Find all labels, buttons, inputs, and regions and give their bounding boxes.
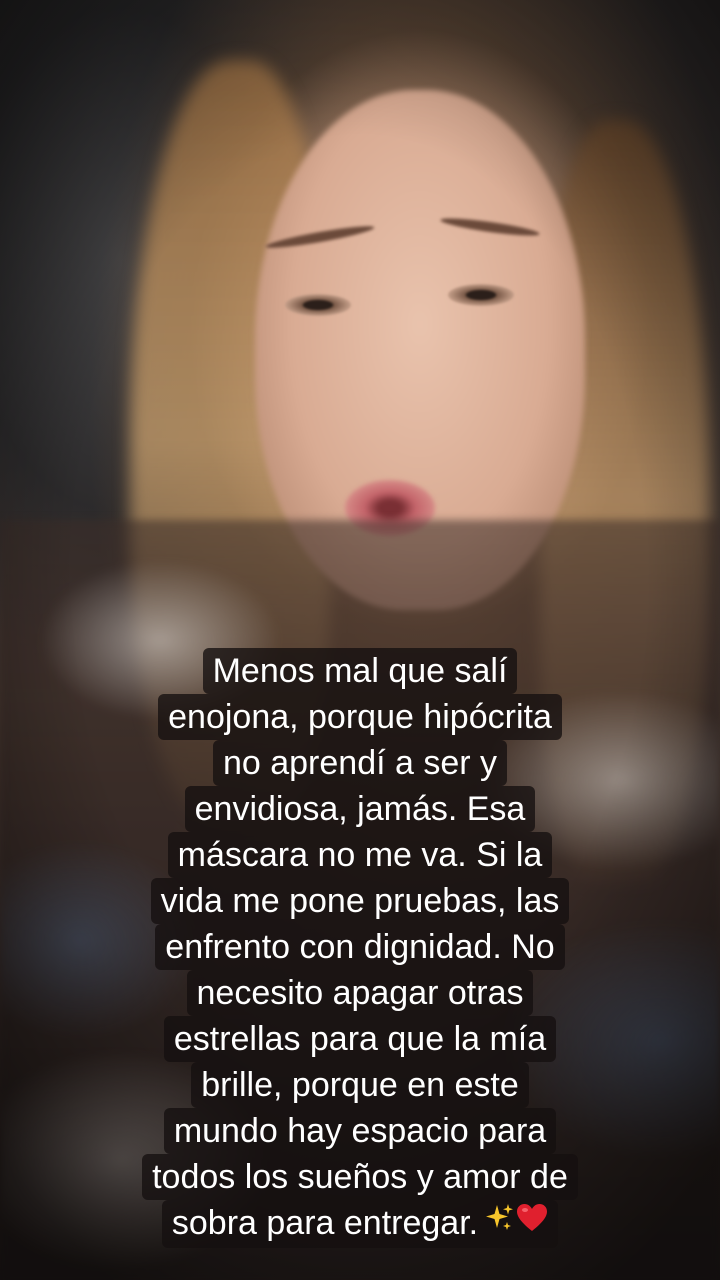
caption-line: máscara no me va. Si la xyxy=(167,832,553,878)
caption-block: Menos mal que salí enojona, porque hipóc… xyxy=(0,648,720,1249)
caption-line: envidiosa, jamás. Esa xyxy=(184,786,536,832)
story-frame: Menos mal que salí enojona, porque hipóc… xyxy=(0,0,720,1280)
caption-line: enfrento con dignidad. No xyxy=(155,924,565,970)
caption-line: enojona, porque hipócrita xyxy=(158,694,562,740)
caption-line-text: sobra para entregar. xyxy=(171,1204,479,1242)
caption-line: vida me pone pruebas, las xyxy=(150,878,570,924)
red-heart-icon xyxy=(516,1199,548,1245)
caption-line: estrellas para que la mía xyxy=(163,1016,557,1062)
caption-line: no aprendí a ser y xyxy=(212,740,508,786)
caption-line: mundo hay espacio para xyxy=(163,1108,557,1154)
caption-line: necesito apagar otras xyxy=(186,970,534,1016)
sparkles-icon xyxy=(484,1199,514,1245)
caption-line: Menos mal que salí xyxy=(202,648,518,694)
caption-line: todos los sueños y amor de xyxy=(142,1154,578,1200)
caption-line: brille, porque en este xyxy=(191,1062,529,1108)
caption-last-line: sobra para entregar. xyxy=(161,1199,559,1249)
